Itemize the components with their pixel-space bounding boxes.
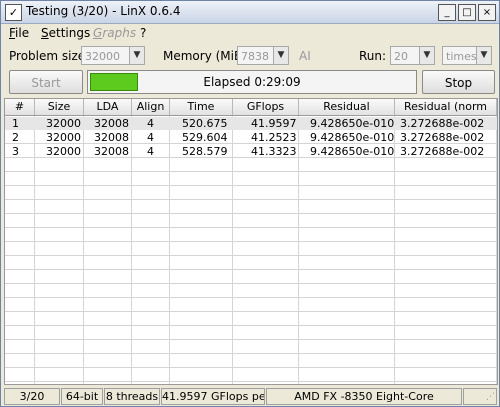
table-cell: 41.9597 [251,117,297,130]
status-run-progress: 3/20 [4,388,60,405]
table-cell: 4 [147,131,154,144]
column-header[interactable]: Residual (norm [395,99,497,116]
menu-settings[interactable]: Settings [41,26,90,40]
chevron-down-icon: ▼ [419,47,434,64]
table-cell: 3.272688e-002 [400,131,485,144]
table-cell: 32008 [94,145,129,158]
table-cell: 4 [147,145,154,158]
table-cell: 41.3323 [251,145,297,158]
column-header[interactable]: LDA [84,99,132,116]
settings-row: Problem size: 32000 ▼ Memory (MiB): 7838 ▼… [1,45,499,67]
window-title: Testing (3/20) - LinX 0.6.4 [26,4,181,18]
ai-label: AI [299,49,311,63]
table-cell: 32008 [94,117,129,130]
table-row[interactable]: 1 32000 32008 4 520.675 41.9597 9.428650… [5,117,497,130]
table-header: # Size LDA Align Time GFlops Residual Re… [5,99,497,116]
problem-size-label: Problem size: [9,49,90,63]
menu-file[interactable]: File [9,26,29,40]
menu-bar: File Settings Graphs ? [1,24,499,42]
start-button: Start [9,70,83,94]
status-peak-gflops: 41.9597 GFlops peak [161,388,265,405]
table-cell: 529.604 [182,131,228,144]
column-header[interactable]: Size [35,99,84,116]
table-cell: 2 [12,131,19,144]
status-bar: 3/20 64-bit 8 threads 41.9597 GFlops pe a… [1,387,499,406]
problem-size-combo: 32000 ▼ [81,46,145,65]
menu-help[interactable]: ? [140,26,146,40]
column-header[interactable]: Residual [299,99,395,116]
progress-bar: Elapsed 0:29:09 [87,70,417,94]
column-header[interactable]: GFlops [233,99,299,116]
table-cell: 9.428650e-010 [310,131,395,144]
check-icon: ✓ [5,4,22,21]
column-header[interactable]: Time [170,99,233,116]
status-threads: 8 threads [104,388,160,405]
table-cell: 41.2523 [251,131,297,144]
column-header[interactable]: # [5,99,35,116]
chevron-down-icon: ▼ [476,47,491,64]
status-architecture: 64-bit [61,388,103,405]
table-cell: 3.272688e-002 [400,145,485,158]
table-cell: 3 [12,145,19,158]
results-table[interactable]: # Size LDA Align Time GFlops Residual Re… [4,98,498,385]
run-unit-combo: times ▼ [442,46,492,65]
table-row[interactable]: 2 32000 32008 4 529.604 41.2523 9.428650… [5,131,497,144]
table-cell: 32000 [46,145,81,158]
run-count-combo: 20 ▼ [390,46,435,65]
close-button[interactable]: × [478,4,496,21]
table-cell: 520.675 [182,117,228,130]
table-cell: 32008 [94,131,129,144]
elapsed-time: Elapsed 0:29:09 [203,75,301,89]
column-header[interactable]: Align [132,99,170,116]
table-cell: 528.579 [182,145,228,158]
chevron-down-icon: ▼ [129,47,144,64]
table-cell: 3.272688e-002 [400,117,485,130]
maximize-button[interactable]: □ [458,4,476,21]
minimize-button[interactable]: _ [438,4,456,21]
chevron-down-icon: ▼ [273,47,288,64]
run-label: Run: [359,49,387,63]
status-cpu: AMD FX -8350 Eight-Core [266,388,462,405]
stop-button[interactable]: Stop [422,70,495,94]
table-cell: 32000 [46,131,81,144]
table-cell: 9.428650e-010 [310,117,395,130]
table-cell: 4 [147,117,154,130]
linx-window: ✓ Testing (3/20) - LinX 0.6.4 _ □ × File… [0,0,500,407]
resize-grip-icon[interactable]: ⋰ [486,391,498,403]
table-row[interactable]: 3 32000 32008 4 528.579 41.3323 9.428650… [5,145,497,158]
table-cell: 9.428650e-010 [310,145,395,158]
menu-graphs: Graphs [93,26,137,40]
title-bar[interactable]: ✓ Testing (3/20) - LinX 0.6.4 _ □ × [1,1,499,24]
table-cell: 1 [12,117,19,130]
table-cell: 32000 [46,117,81,130]
memory-combo: 7838 ▼ [237,46,289,65]
